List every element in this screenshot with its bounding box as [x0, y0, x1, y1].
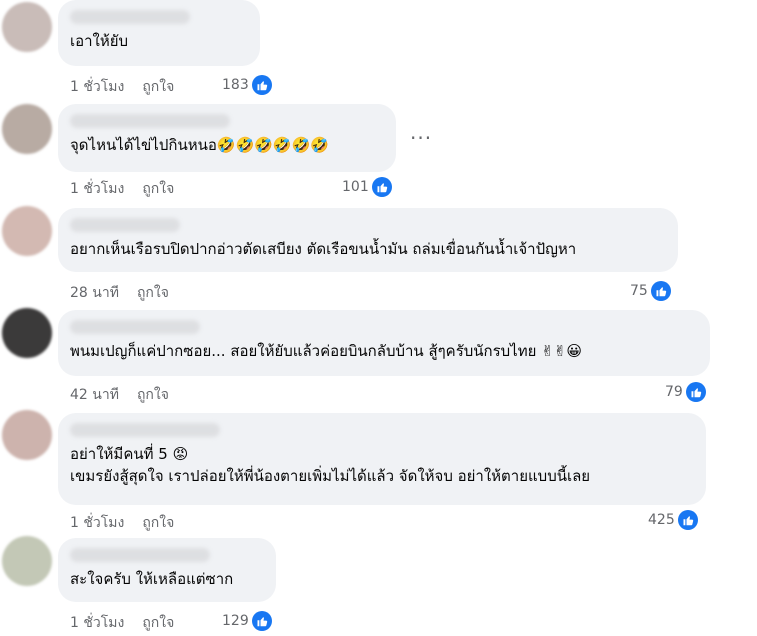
commenter-name[interactable] [70, 114, 230, 128]
commenter-name[interactable] [70, 423, 220, 437]
comment-actions: 1 ชั่วโมง ถูกใจ [70, 612, 192, 634]
reaction-count[interactable]: 425 [648, 510, 698, 530]
avatar[interactable] [2, 206, 52, 256]
comment-text: เอาให้ยับ [70, 32, 129, 50]
comment-actions: 1 ชั่วโมง ถูกใจ [70, 512, 192, 534]
comment-text: อย่าให้มีคนที่ 5 😡 [70, 445, 189, 463]
emoji-victory: ✌✌😀 [541, 342, 582, 360]
like-icon [251, 75, 272, 95]
comment-text: จุดไหนได้ไข่ไปกินหนอ🤣🤣🤣🤣🤣🤣 [70, 136, 329, 154]
emoji-angry: 😡 [172, 445, 189, 463]
comment-bubble: จุดไหนได้ไข่ไปกินหนอ🤣🤣🤣🤣🤣🤣 [58, 104, 396, 172]
avatar[interactable] [2, 536, 52, 586]
reaction-count[interactable]: 183 [222, 75, 272, 95]
comment-time[interactable]: 1 ชั่วโมง [70, 615, 124, 631]
comment-bubble: อย่าให้มีคนที่ 5 😡 เขมรยังสู้สุดใจ เราปล… [58, 413, 706, 505]
comment-time[interactable]: 1 ชั่วโมง [70, 181, 124, 197]
comment-bubble: สะใจครับ ให้เหลือแต่ซาก [58, 538, 276, 602]
avatar[interactable] [2, 308, 52, 358]
reaction-count[interactable]: 79 [665, 382, 706, 402]
like-icon [677, 510, 698, 530]
commenter-name[interactable] [70, 218, 180, 232]
like-button[interactable]: ถูกใจ [142, 615, 174, 631]
reaction-count-number: 79 [665, 384, 683, 400]
reaction-count-number: 129 [222, 613, 249, 629]
avatar[interactable] [2, 410, 52, 460]
more-options-icon[interactable]: ··· [410, 126, 432, 150]
comment-time[interactable]: 1 ชั่วโมง [70, 79, 124, 95]
avatar[interactable] [2, 2, 52, 52]
reaction-count-number: 101 [342, 179, 369, 195]
comment-bubble: พนมเปญก็แค่ปากซอย... สอยให้ยับแล้วค่อยบิ… [58, 310, 710, 376]
reaction-count-number: 75 [630, 283, 648, 299]
comment-time[interactable]: 1 ชั่วโมง [70, 515, 124, 531]
like-button[interactable]: ถูกใจ [142, 515, 174, 531]
like-icon [251, 611, 272, 631]
comment-actions: 42 นาที ถูกใจ [70, 384, 187, 406]
reaction-count[interactable]: 129 [222, 611, 272, 631]
like-button[interactable]: ถูกใจ [142, 181, 174, 197]
comment-actions: 1 ชั่วโมง ถูกใจ [70, 178, 192, 200]
comment-time[interactable]: 28 นาที [70, 285, 119, 301]
comment-actions: 1 ชั่วโมง ถูกใจ [70, 76, 192, 98]
reaction-count[interactable]: 101 [342, 177, 392, 197]
commenter-name[interactable] [70, 320, 200, 334]
reaction-count-number: 183 [222, 77, 249, 93]
comment-text: อยากเห็นเรือรบปิดปากอ่าวตัดเสบียง ตัดเรื… [70, 240, 577, 258]
reaction-count[interactable]: 75 [630, 281, 671, 301]
like-button[interactable]: ถูกใจ [142, 79, 174, 95]
comment-bubble: เอาให้ยับ [58, 0, 260, 66]
avatar[interactable] [2, 104, 52, 154]
emoji-rofl: 🤣🤣🤣🤣🤣🤣 [216, 136, 329, 154]
like-icon [650, 281, 671, 301]
commenter-name[interactable] [70, 548, 210, 562]
comment-text: สะใจครับ ให้เหลือแต่ซาก [70, 570, 234, 588]
comment-text-line2: เขมรยังสู้สุดใจ เราปล่อยให้พี่น้องตายเพิ… [70, 467, 591, 485]
reaction-count-number: 425 [648, 512, 675, 528]
comment-bubble: อยากเห็นเรือรบปิดปากอ่าวตัดเสบียง ตัดเรื… [58, 208, 678, 272]
like-button[interactable]: ถูกใจ [137, 387, 169, 403]
commenter-name[interactable] [70, 10, 190, 24]
like-icon [371, 177, 392, 197]
comment-actions: 28 นาที ถูกใจ [70, 282, 187, 304]
like-button[interactable]: ถูกใจ [137, 285, 169, 301]
like-icon [685, 382, 706, 402]
comment-text: พนมเปญก็แค่ปากซอย... สอยให้ยับแล้วค่อยบิ… [70, 342, 582, 360]
comment-time[interactable]: 42 นาที [70, 387, 119, 403]
